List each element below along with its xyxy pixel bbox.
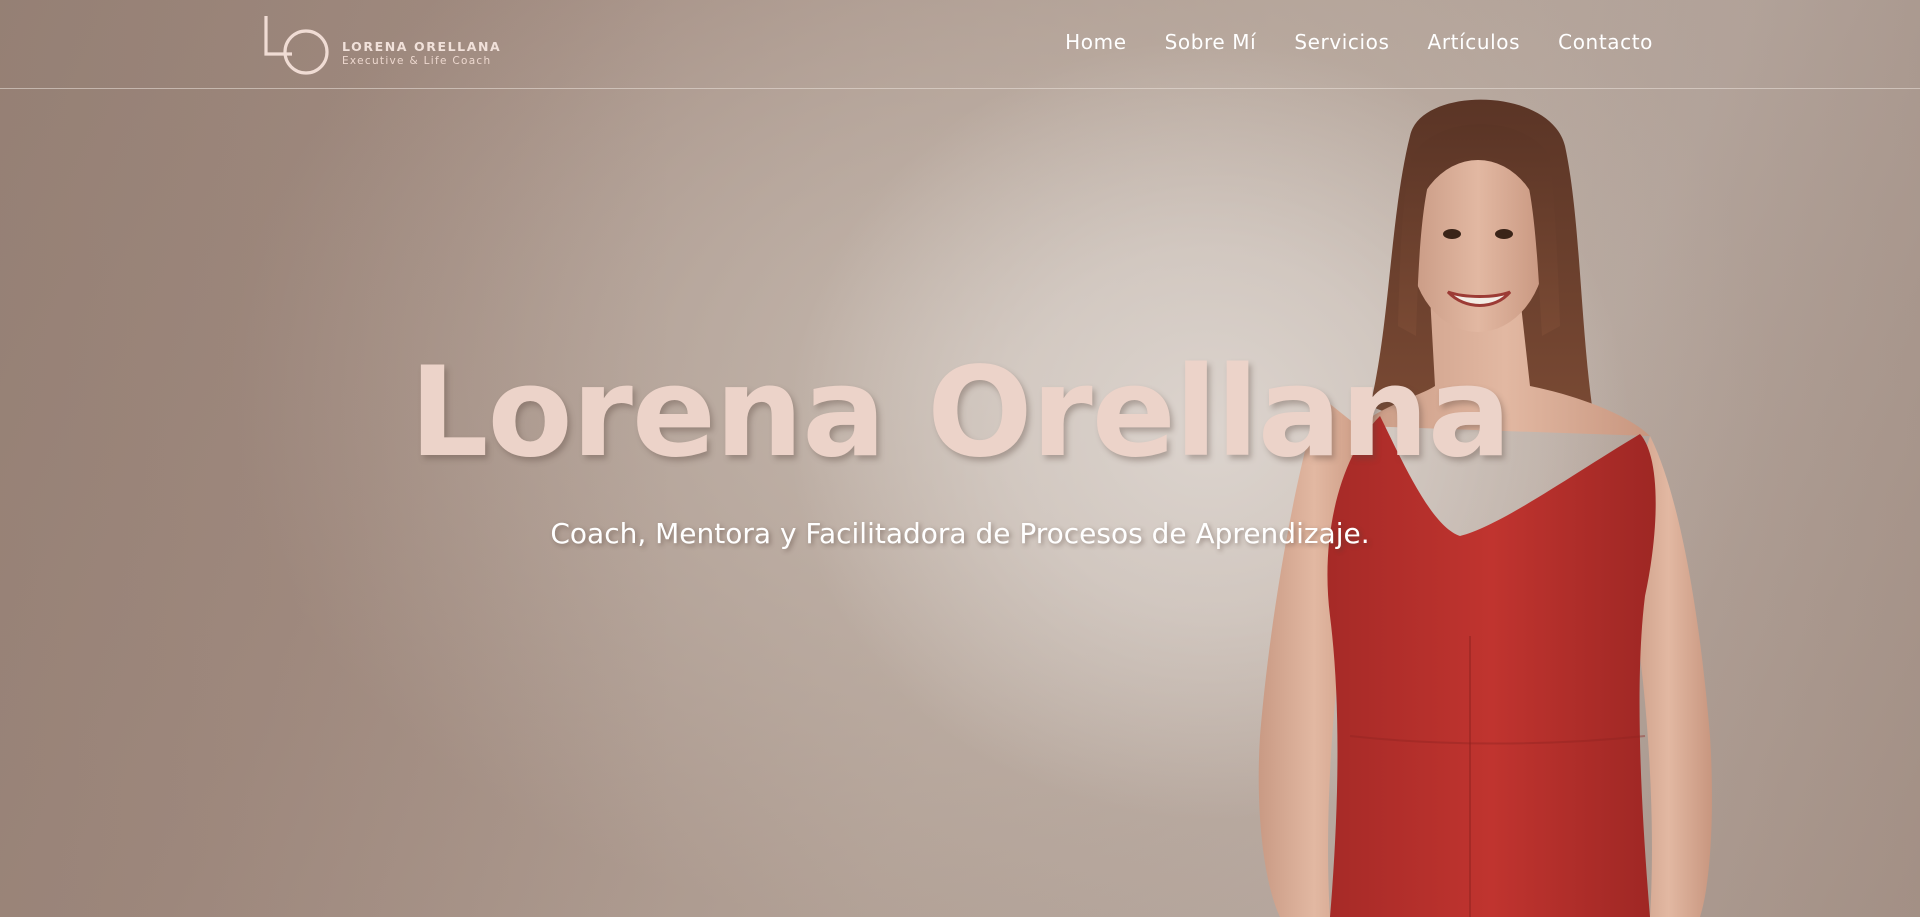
nav-home[interactable]: Home: [1065, 30, 1126, 54]
portrait-photo: [1258, 99, 1712, 917]
nav-sobre-mi[interactable]: Sobre Mí: [1165, 30, 1257, 54]
hero-subtitle: Coach, Mentora y Facilitadora de Proceso…: [550, 517, 1370, 550]
site-header: LORENA ORELLANA Executive & Life Coach H…: [0, 0, 1920, 89]
hero-title: Lorena Orellana: [409, 341, 1512, 485]
nav-articulos[interactable]: Artículos: [1428, 30, 1521, 54]
nav-servicios[interactable]: Servicios: [1294, 30, 1389, 54]
hero-section: Lorena Orellana Coach, Mentora y Facilit…: [0, 0, 1920, 917]
nav-contacto[interactable]: Contacto: [1558, 30, 1653, 54]
logo-tagline: Executive & Life Coach: [342, 55, 492, 67]
main-nav: Home Sobre Mí Servicios Artículos Contac…: [1027, 30, 1653, 54]
page-bottom-edge: [0, 917, 1920, 924]
site-logo[interactable]: LORENA ORELLANA Executive & Life Coach: [262, 14, 502, 76]
lo-monogram-logo: [264, 16, 329, 75]
logo-name: LORENA ORELLANA: [342, 39, 502, 54]
